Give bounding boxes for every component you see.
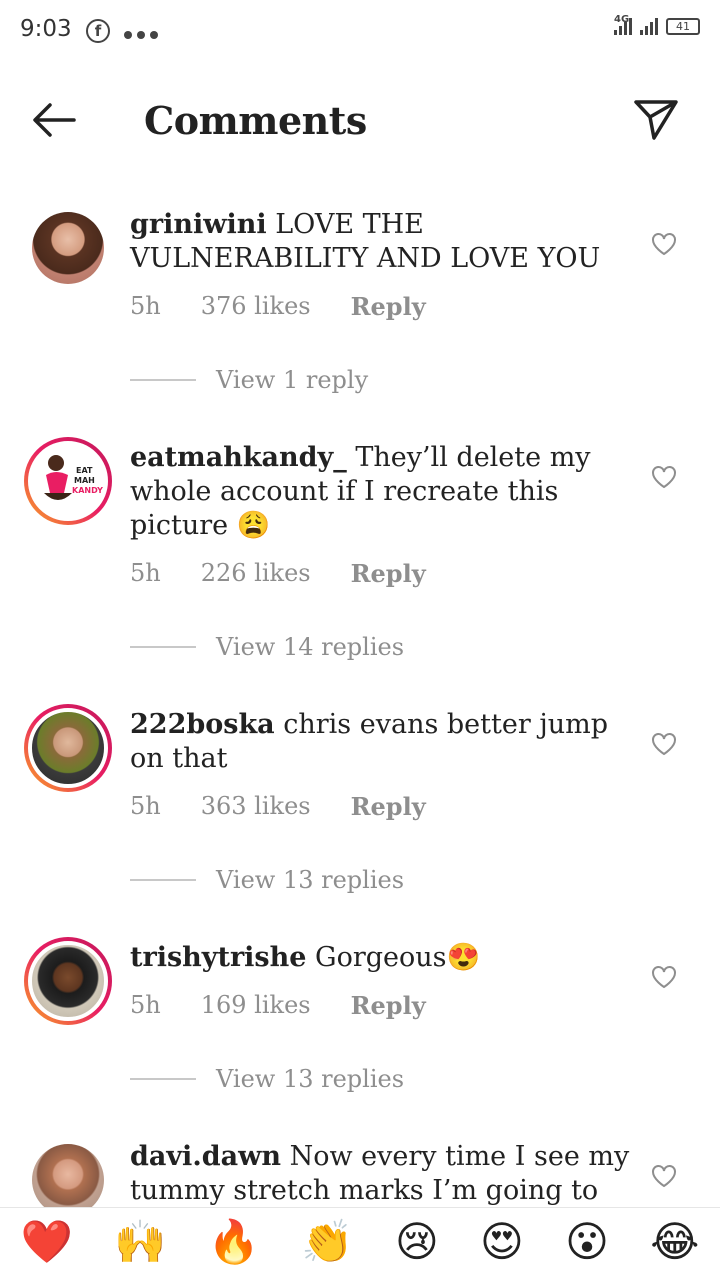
comment-meta: 5h 226 likes Reply: [130, 559, 466, 588]
status-bar: 9:03 f 4G 41: [0, 0, 720, 64]
comment-text: griniwini LOVE THE VULNERABILITY AND LOV…: [130, 208, 630, 276]
comment-time: 5h: [130, 991, 161, 1019]
laughing-emoji-button[interactable]: 😂: [650, 1221, 699, 1263]
comment-text: eatmahkandy_ They’ll delete my whole acc…: [130, 441, 630, 543]
network-type: 4G: [614, 14, 630, 25]
heart-icon[interactable]: [651, 732, 677, 760]
view-replies-button[interactable]: View 13 replies: [130, 866, 404, 894]
comment-username[interactable]: trishytrishe: [130, 942, 306, 973]
comment-username[interactable]: davi.dawn: [130, 1141, 281, 1172]
comments-header: Comments: [0, 64, 720, 174]
status-time: 9:03: [20, 16, 72, 42]
svg-text:MAH: MAH: [74, 476, 95, 485]
clapping-emoji-button[interactable]: 👏: [301, 1221, 353, 1263]
heart-eyes-emoji-button[interactable]: 😍: [480, 1221, 524, 1263]
raising-hands-emoji-button[interactable]: 🙌: [114, 1221, 166, 1263]
emoji-reaction-bar: ❤️ 🙌 🔥 👏 😢 😍 😮 😂: [0, 1207, 720, 1276]
svg-text:EAT: EAT: [76, 466, 93, 475]
heart-icon[interactable]: [651, 1164, 677, 1192]
comment-likes[interactable]: 226 likes: [201, 559, 311, 588]
reply-button[interactable]: Reply: [351, 559, 426, 588]
view-replies-label: View 13 replies: [216, 1065, 405, 1093]
reply-button[interactable]: Reply: [351, 991, 426, 1020]
comment-time: 5h: [130, 792, 161, 820]
eatmahkandy-logo: EATMAHKANDY: [44, 455, 103, 500]
view-replies-label: View 14 replies: [216, 633, 405, 661]
comment-username[interactable]: griniwini: [130, 209, 267, 240]
fire-emoji-button[interactable]: 🔥: [208, 1221, 260, 1263]
reply-button[interactable]: Reply: [351, 292, 426, 321]
page-title: Comments: [144, 98, 367, 143]
signal-icon: [640, 18, 658, 35]
comment-time: 5h: [130, 292, 161, 320]
heart-icon[interactable]: [651, 965, 677, 993]
svg-text:KANDY: KANDY: [72, 486, 103, 495]
view-replies-label: View 1 reply: [216, 366, 369, 394]
facebook-icon: f: [86, 19, 110, 43]
battery-level: 41: [676, 20, 690, 33]
back-arrow-icon[interactable]: [30, 100, 78, 144]
heart-icon[interactable]: [651, 232, 677, 260]
surprised-emoji-button[interactable]: 😮: [565, 1221, 609, 1263]
comment-likes[interactable]: 363 likes: [201, 792, 311, 821]
crying-emoji-button[interactable]: 😢: [395, 1221, 439, 1263]
heart-icon[interactable]: [651, 465, 677, 493]
comment-meta: 5h 376 likes Reply: [130, 292, 466, 321]
view-replies-label: View 13 replies: [216, 866, 405, 894]
comment-likes[interactable]: 376 likes: [201, 292, 311, 321]
avatar[interactable]: [24, 204, 112, 292]
comment-meta: 5h 169 likes Reply: [130, 991, 466, 1020]
more-notifications-icon: [124, 24, 163, 43]
view-replies-button[interactable]: View 13 replies: [130, 1065, 404, 1093]
comment-username[interactable]: eatmahkandy_: [130, 442, 347, 473]
reply-button[interactable]: Reply: [351, 792, 426, 821]
comment-username[interactable]: 222boska: [130, 709, 275, 740]
comment-text: 222boska chris evans better jump on that: [130, 708, 630, 776]
comment-text: davi.dawn Now every time I see my tummy …: [130, 1140, 630, 1206]
comment-body: Gorgeous😍: [315, 942, 481, 973]
avatar[interactable]: [24, 704, 112, 792]
view-replies-button[interactable]: View 1 reply: [130, 366, 368, 394]
avatar[interactable]: EAT MAH KANDY: [24, 437, 112, 525]
comment-likes[interactable]: 169 likes: [201, 991, 311, 1020]
battery-icon: 41: [666, 18, 700, 35]
comment-time: 5h: [130, 559, 161, 587]
signal-4g-icon: 4G: [614, 14, 632, 35]
comment-meta: 5h 363 likes Reply: [130, 792, 466, 821]
heart-emoji-button[interactable]: ❤️: [21, 1221, 73, 1263]
comment-text: trishytrishe Gorgeous😍: [130, 941, 630, 975]
view-replies-button[interactable]: View 14 replies: [130, 633, 404, 661]
send-direct-icon[interactable]: [632, 98, 680, 146]
avatar[interactable]: [24, 937, 112, 1025]
